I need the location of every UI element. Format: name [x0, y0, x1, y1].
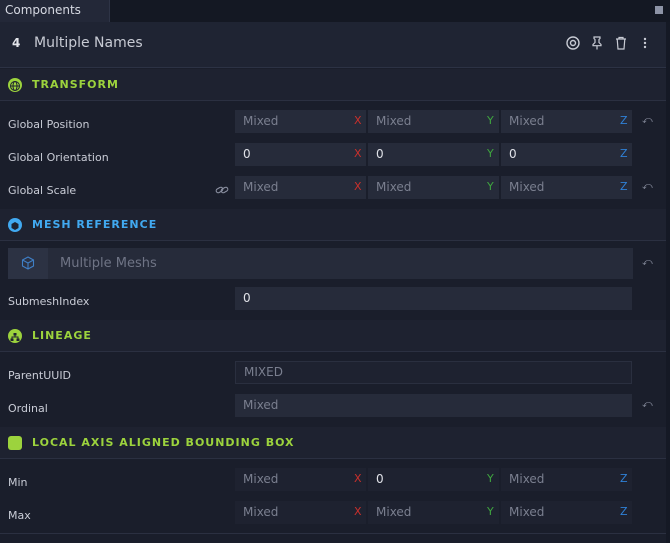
selection-count: 4 — [12, 36, 21, 50]
row-label: Global Orientation — [8, 151, 109, 164]
axis-x-label: X — [354, 505, 362, 518]
field-value: Mixed — [509, 472, 545, 486]
trash-icon[interactable] — [613, 36, 629, 52]
min-y-field[interactable]: 0 Y — [368, 468, 499, 491]
link-icon[interactable] — [215, 181, 229, 200]
axis-z-label: Z — [620, 505, 628, 518]
global-orientation-x-field[interactable]: 0 X — [235, 143, 366, 166]
global-orientation-z-field[interactable]: 0 Z — [501, 143, 632, 166]
max-x-field[interactable]: Mixed X — [235, 501, 366, 524]
section-lineage[interactable]: LINEAGE — [0, 320, 666, 352]
component-header: 4 Multiple Names — [0, 22, 670, 68]
field-value: Mixed — [509, 180, 545, 194]
mesh-picker[interactable]: Multiple Meshs — [8, 248, 633, 279]
axis-y-label: Y — [487, 472, 494, 485]
row-label: Max — [8, 509, 31, 522]
reset-icon[interactable]: ⤺ — [642, 181, 653, 192]
section-title: LOCAL AXIS ALIGNED BOUNDING BOX — [32, 436, 295, 449]
hierarchy-icon — [8, 329, 22, 343]
field-value: 0 — [509, 147, 517, 161]
field-value: Mixed — [509, 114, 545, 128]
global-scale-z-field[interactable]: Mixed Z — [501, 176, 632, 199]
more-icon[interactable] — [637, 36, 653, 52]
tab-components[interactable]: Components — [0, 0, 110, 22]
field-value: 0 — [243, 147, 251, 161]
panel-menu-icon[interactable] — [655, 6, 663, 14]
field-value: Mixed — [243, 505, 279, 519]
field-value: Mixed — [376, 505, 412, 519]
ordinal-field[interactable]: Mixed — [235, 394, 632, 417]
section-divider — [0, 533, 666, 534]
axis-y-label: Y — [487, 180, 494, 193]
axis-y-label: Y — [487, 114, 494, 127]
field-value: Mixed — [509, 505, 545, 519]
row-label: ParentUUID — [8, 369, 72, 382]
global-position-y-field[interactable]: Mixed Y — [368, 110, 499, 133]
reset-icon[interactable]: ⤺ — [642, 115, 653, 126]
axis-z-label: Z — [620, 472, 628, 485]
min-z-field[interactable]: Mixed Z — [501, 468, 632, 491]
axis-z-label: Z — [620, 180, 628, 193]
min-x-field[interactable]: Mixed X — [235, 468, 366, 491]
axis-y-label: Y — [487, 505, 494, 518]
max-z-field[interactable]: Mixed Z — [501, 501, 632, 524]
reset-icon[interactable]: ⤺ — [642, 399, 653, 410]
field-value: Mixed — [243, 472, 279, 486]
global-position-x-field[interactable]: Mixed X — [235, 110, 366, 133]
row-label: Ordinal — [8, 402, 48, 415]
max-y-field[interactable]: Mixed Y — [368, 501, 499, 524]
global-position-z-field[interactable]: Mixed Z — [501, 110, 632, 133]
entity-name[interactable]: Multiple Names — [34, 35, 143, 51]
global-scale-x-field[interactable]: Mixed X — [235, 176, 366, 199]
field-value: MIXED — [244, 365, 283, 379]
field-value: Mixed — [376, 180, 412, 194]
square-icon — [8, 436, 22, 450]
globe-icon — [8, 78, 22, 92]
section-title: MESH REFERENCE — [32, 218, 158, 231]
pin-icon[interactable] — [589, 36, 605, 52]
section-mesh-reference[interactable]: MESH REFERENCE — [0, 209, 666, 241]
field-value: Mixed — [243, 180, 279, 194]
axis-x-label: X — [354, 472, 362, 485]
tab-label: Components — [5, 3, 81, 17]
target-icon[interactable] — [565, 36, 581, 52]
section-aabb[interactable]: LOCAL AXIS ALIGNED BOUNDING BOX — [0, 427, 666, 459]
section-title: TRANSFORM — [32, 78, 119, 91]
global-scale-y-field[interactable]: Mixed Y — [368, 176, 499, 199]
cube-icon — [8, 218, 22, 232]
axis-x-label: X — [354, 147, 362, 160]
mesh-picker-value: Multiple Meshs — [60, 256, 157, 271]
axis-x-label: X — [354, 114, 362, 127]
row-label: Global Position — [8, 118, 90, 131]
field-value: Mixed — [376, 114, 412, 128]
axis-z-label: Z — [620, 114, 628, 127]
row-label: Min — [8, 476, 28, 489]
field-value: Mixed — [243, 114, 279, 128]
axis-y-label: Y — [487, 147, 494, 160]
field-value: 0 — [243, 291, 251, 305]
global-orientation-y-field[interactable]: 0 Y — [368, 143, 499, 166]
scrollbar[interactable] — [666, 22, 670, 543]
field-value: 0 — [376, 147, 384, 161]
parent-uuid-field: MIXED — [235, 361, 632, 384]
cube-icon — [20, 255, 36, 275]
reset-icon[interactable]: ⤺ — [642, 257, 653, 268]
axis-x-label: X — [354, 180, 362, 193]
row-label: Global Scale — [8, 184, 77, 197]
field-value: 0 — [376, 472, 384, 486]
submesh-index-field[interactable]: 0 — [235, 287, 632, 310]
row-label: SubmeshIndex — [8, 295, 90, 308]
axis-z-label: Z — [620, 147, 628, 160]
section-transform[interactable]: TRANSFORM — [0, 69, 666, 101]
field-value: Mixed — [243, 398, 279, 412]
section-title: LINEAGE — [32, 329, 92, 342]
